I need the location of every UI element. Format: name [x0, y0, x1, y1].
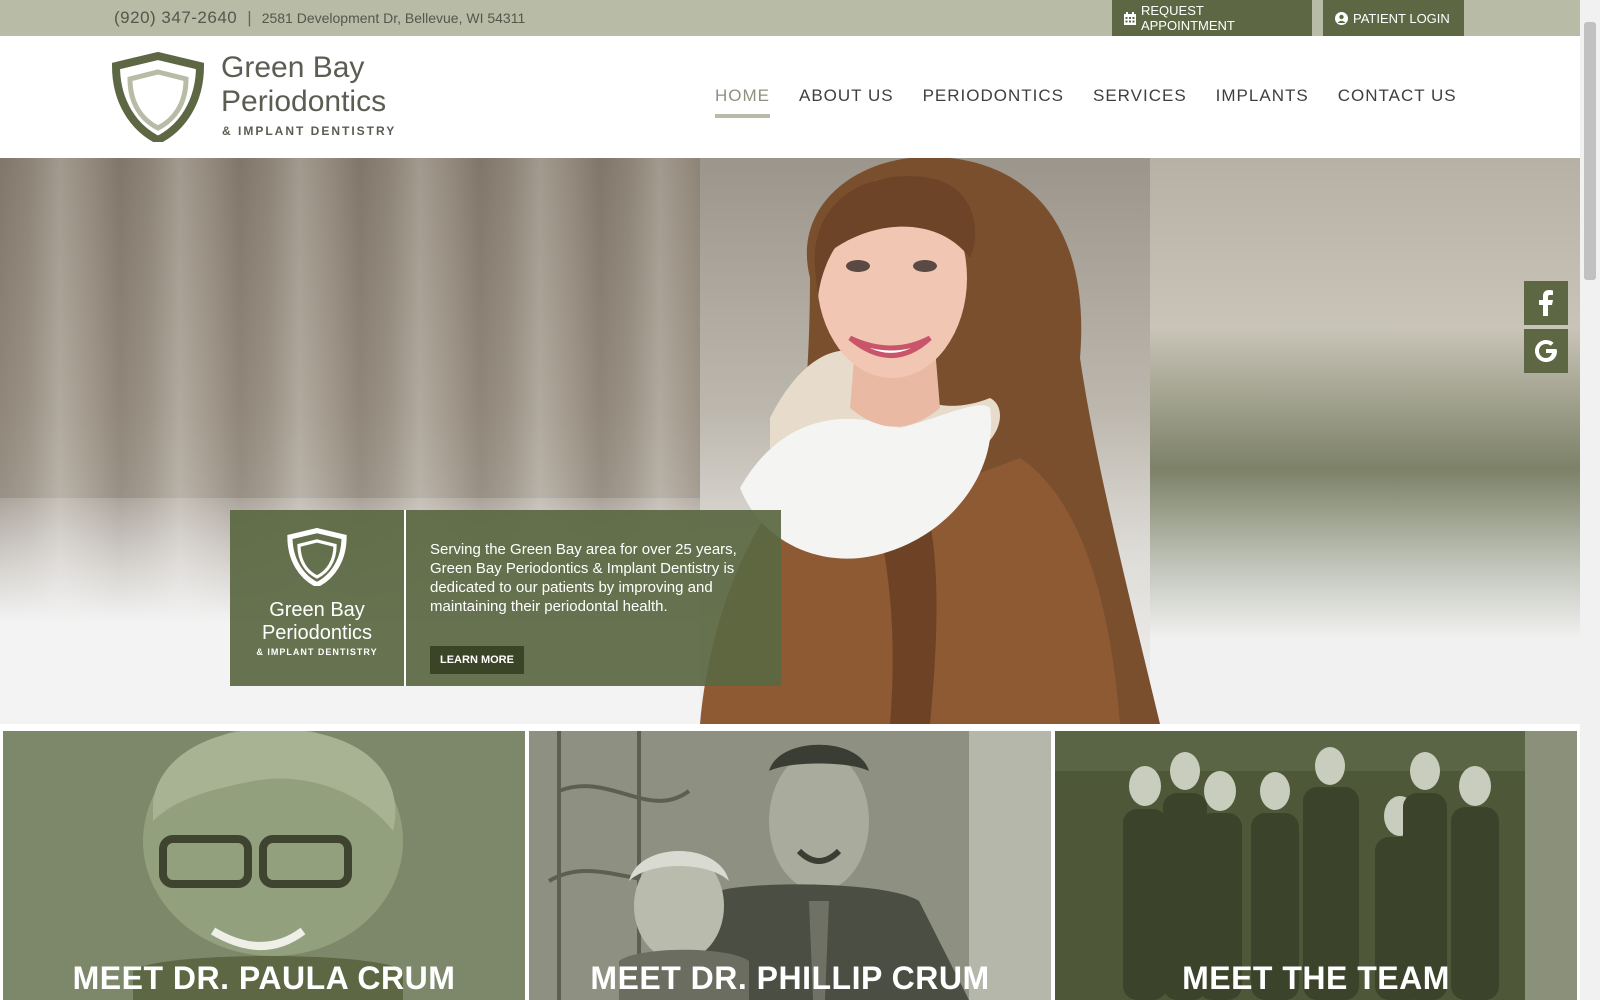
- card-title: MEET DR. PAULA CRUM: [72, 960, 456, 996]
- hero-info-box: Green Bay Periodontics & IMPLANT DENTIST…: [230, 510, 781, 686]
- request-appointment-button[interactable]: REQUEST APPOINTMENT: [1112, 0, 1312, 36]
- hero-logo-line-1: Green Bay: [269, 599, 365, 621]
- scrollbar-thumb[interactable]: [1584, 22, 1596, 280]
- nav-services[interactable]: SERVICES: [1093, 86, 1187, 108]
- calendar-icon: [1124, 11, 1136, 25]
- info-box-divider: [404, 510, 406, 686]
- hero-background-right: [1150, 158, 1580, 724]
- logo-line-1: Green Bay: [221, 51, 365, 84]
- site-logo[interactable]: Green Bay Periodontics & IMPLANT DENTIST…: [112, 52, 422, 144]
- top-bar: (920) 347-2640 | 2581 Development Dr, Be…: [0, 0, 1580, 36]
- nav-periodontics[interactable]: PERIODONTICS: [923, 86, 1064, 108]
- request-appointment-label: REQUEST APPOINTMENT: [1140, 3, 1235, 33]
- card-title: MEET DR. PHILLIP CRUM: [590, 960, 990, 996]
- nav-home[interactable]: HOME: [715, 86, 770, 118]
- logo-line-3: & IMPLANT DENTISTRY: [222, 124, 397, 138]
- main-nav: HOME ABOUT US PERIODONTICS SERVICES IMPL…: [715, 36, 1486, 158]
- patient-login-label: PATIENT LOGIN: [1353, 10, 1450, 26]
- shield-logo-icon: [287, 527, 347, 588]
- facebook-icon: [1539, 290, 1553, 316]
- hero-description: Serving the Green Bay area for over 25 y…: [430, 541, 737, 615]
- logo-line-2: Periodontics: [221, 85, 387, 118]
- phone-number[interactable]: (920) 347-2640: [114, 8, 237, 28]
- facebook-button[interactable]: [1524, 281, 1568, 325]
- contact-separator: |: [247, 8, 252, 27]
- learn-more-button[interactable]: LEARN MORE: [430, 646, 524, 674]
- card-meet-dr-phillip-crum[interactable]: MEET DR. PHILLIP CRUM: [529, 731, 1051, 1000]
- hero-banner: Green Bay Periodontics & IMPLANT DENTIST…: [0, 158, 1580, 724]
- nav-about-us[interactable]: ABOUT US: [799, 86, 894, 108]
- page-scrollbar[interactable]: [1580, 0, 1600, 1000]
- card-meet-dr-paula-crum[interactable]: MEET DR. PAULA CRUM: [3, 731, 525, 1000]
- nav-implants[interactable]: IMPLANTS: [1216, 86, 1309, 108]
- google-button[interactable]: [1524, 329, 1568, 373]
- card-title: MEET THE TEAM: [1182, 960, 1450, 996]
- google-icon: [1535, 340, 1557, 362]
- patient-login-button[interactable]: PATIENT LOGIN: [1323, 0, 1464, 36]
- shield-logo-icon: [112, 52, 204, 142]
- site-header: Green Bay Periodontics & IMPLANT DENTIST…: [0, 36, 1580, 158]
- contact-info: (920) 347-2640 | 2581 Development Dr, Be…: [114, 0, 525, 36]
- hero-logo: Green Bay Periodontics & IMPLANT DENTIST…: [230, 527, 404, 657]
- nav-contact-us[interactable]: CONTACT US: [1338, 86, 1457, 108]
- user-circle-icon: [1335, 11, 1348, 25]
- card-meet-the-team[interactable]: MEET THE TEAM: [1055, 731, 1577, 1000]
- hero-logo-line-2: Periodontics: [261, 622, 373, 644]
- hero-logo-line-3: & IMPLANT DENTISTRY: [256, 647, 378, 657]
- address[interactable]: 2581 Development Dr, Bellevue, WI 54311: [262, 10, 526, 26]
